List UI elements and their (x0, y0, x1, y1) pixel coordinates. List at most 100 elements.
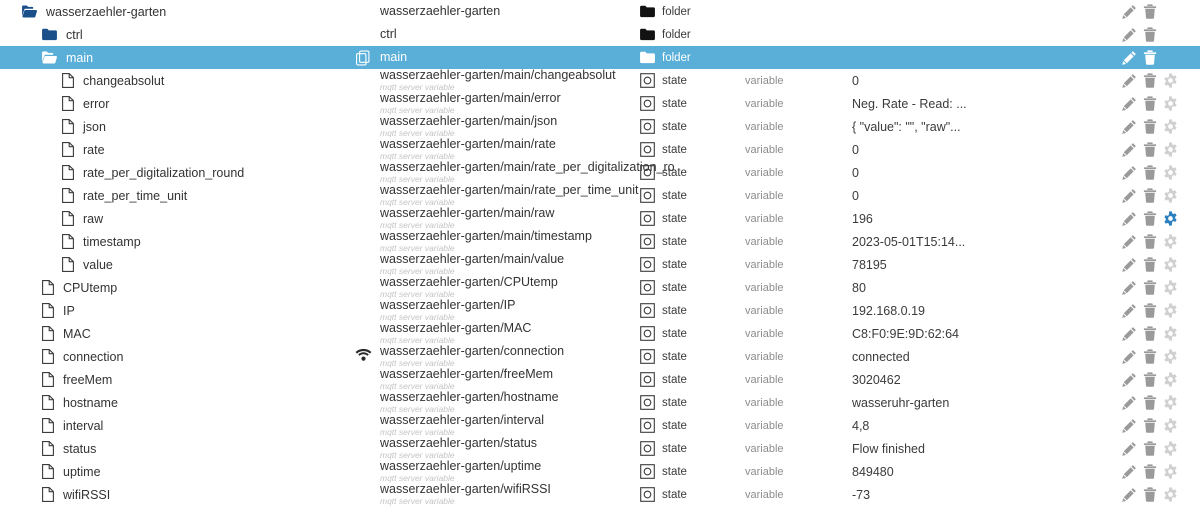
trash-icon[interactable] (1143, 234, 1157, 249)
tree-row-id-cell[interactable]: wasserzaehler-garten/freeMem mqtt server … (380, 367, 640, 391)
tree-row-name-cell[interactable]: main (0, 46, 380, 69)
gear-icon[interactable] (1163, 96, 1178, 111)
tree-row-name-cell[interactable]: ctrl (0, 23, 380, 46)
tree-row-name-cell[interactable]: value (0, 253, 380, 276)
tree-row-id-cell[interactable]: wasserzaehler-garten/main/rate mqtt serve… (380, 137, 640, 161)
tree-row-id-cell[interactable]: wasserzaehler-garten/main/value mqtt serv… (380, 252, 640, 276)
trash-icon[interactable] (1143, 257, 1157, 272)
gear-icon[interactable] (1163, 326, 1178, 341)
tree-row[interactable]: main main folder (0, 46, 1200, 69)
gear-icon[interactable] (1163, 165, 1178, 180)
trash-icon[interactable] (1143, 73, 1157, 88)
gear-icon[interactable] (1163, 188, 1178, 203)
trash-icon[interactable] (1143, 142, 1157, 157)
edit-pencil-icon[interactable] (1122, 211, 1137, 226)
tree-row[interactable]: timestamp wasserzaehler-garten/main/times… (0, 229, 1200, 253)
tree-row-id-cell[interactable]: wasserzaehler-garten/main/rate_per_digit… (380, 160, 675, 184)
tree-row[interactable]: freeMem wasserzaehler-garten/freeMem mqtt … (0, 367, 1200, 391)
tree-row[interactable]: CPUtemp wasserzaehler-garten/CPUtemp mqtt … (0, 275, 1200, 299)
tree-row-id-cell[interactable]: wasserzaehler-garten/main/timestamp mqtt … (380, 229, 640, 253)
edit-pencil-icon[interactable] (1122, 487, 1137, 502)
tree-row[interactable]: uptime wasserzaehler-garten/uptime mqtt se… (0, 459, 1200, 483)
edit-pencil-icon[interactable] (1122, 326, 1137, 341)
edit-pencil-icon[interactable] (1122, 441, 1137, 456)
tree-row-id-cell[interactable]: wasserzaehler-garten/main/raw mqtt server… (380, 206, 640, 230)
gear-icon[interactable] (1163, 280, 1178, 295)
tree-row-value-cell[interactable]: connected (840, 345, 1122, 368)
tree-row-value-cell[interactable]: 196 (840, 207, 1122, 230)
trash-icon[interactable] (1143, 50, 1157, 65)
tree-row-value-cell[interactable]: 0 (840, 69, 1122, 92)
tree-row-value-cell[interactable]: 4,8 (840, 414, 1122, 437)
tree-row-value-cell[interactable]: 192.168.0.19 (840, 299, 1122, 322)
tree-row-name-cell[interactable]: connection (0, 345, 380, 368)
edit-pencil-icon[interactable] (1122, 372, 1137, 387)
tree-row[interactable]: value wasserzaehler-garten/main/value mqtt… (0, 252, 1200, 276)
gear-icon[interactable] (1163, 119, 1178, 134)
tree-row-name-cell[interactable]: IP (0, 299, 380, 322)
trash-icon[interactable] (1143, 349, 1157, 364)
tree-row-value-cell[interactable]: 78195 (840, 253, 1122, 276)
tree-row-name-cell[interactable]: rate_per_time_unit (0, 184, 380, 207)
tree-row-id-cell[interactable]: wasserzaehler-garten/hostname mqtt server… (380, 390, 640, 414)
tree-row-value-cell[interactable] (840, 46, 1122, 69)
trash-icon[interactable] (1143, 4, 1157, 19)
trash-icon[interactable] (1143, 464, 1157, 479)
tree-row-name-cell[interactable]: wasserzaehler-garten (0, 0, 380, 23)
tree-row-name-cell[interactable]: MAC (0, 322, 380, 345)
tree-row-name-cell[interactable]: raw (0, 207, 380, 230)
tree-row[interactable]: changeabsolut wasserzaehler-garten/main/c… (0, 68, 1200, 92)
tree-row-value-cell[interactable]: 80 (840, 276, 1122, 299)
tree-row-name-cell[interactable]: rate (0, 138, 380, 161)
tree-row-id-cell[interactable]: wasserzaehler-garten/CPUtemp mqtt server … (380, 275, 640, 299)
tree-row[interactable]: raw wasserzaehler-garten/main/raw mqtt ser… (0, 206, 1200, 230)
tree-row-value-cell[interactable]: 849480 (840, 460, 1122, 483)
folder-open-icon[interactable] (22, 5, 37, 18)
gear-icon[interactable] (1163, 395, 1178, 410)
trash-icon[interactable] (1143, 188, 1157, 203)
tree-row-value-cell[interactable]: 0 (840, 184, 1122, 207)
edit-pencil-icon[interactable] (1122, 303, 1137, 318)
gear-icon[interactable] (1163, 372, 1178, 387)
tree-row-name-cell[interactable]: hostname (0, 391, 380, 414)
tree-row-name-cell[interactable]: error (0, 92, 380, 115)
tree-row[interactable]: rate wasserzaehler-garten/main/rate mqtt s… (0, 137, 1200, 161)
object-tree[interactable]: wasserzaehler-garten wasserzaehler-garten… (0, 0, 1200, 506)
gear-icon[interactable] (1163, 487, 1178, 502)
tree-row[interactable]: rate_per_digitalization_round wasserzaehl… (0, 160, 1200, 184)
tree-row-id-cell[interactable]: wasserzaehler-garten/main/changeabsolut m… (380, 68, 640, 92)
tree-row[interactable]: interval wasserzaehler-garten/interval mqt… (0, 413, 1200, 437)
tree-row-value-cell[interactable]: { "value": "", "raw"... (840, 115, 1122, 138)
edit-pencil-icon[interactable] (1122, 395, 1137, 410)
tree-row-id-cell[interactable]: main (356, 46, 640, 69)
edit-pencil-icon[interactable] (1122, 280, 1137, 295)
edit-pencil-icon[interactable] (1122, 418, 1137, 433)
tree-row-value-cell[interactable]: 0 (840, 138, 1122, 161)
tree-row-name-cell[interactable]: timestamp (0, 230, 380, 253)
tree-row[interactable]: rate_per_time_unit wasserzaehler-garten/m… (0, 183, 1200, 207)
tree-row[interactable]: IP wasserzaehler-garten/IP mqtt server var… (0, 298, 1200, 322)
tree-row[interactable]: connection wasserzaehler-garten/connectio… (0, 344, 1200, 368)
tree-row[interactable]: error wasserzaehler-garten/main/error mqtt… (0, 91, 1200, 115)
tree-row-value-cell[interactable]: 0 (840, 161, 1122, 184)
tree-row-value-cell[interactable]: wasseruhr-garten (840, 391, 1122, 414)
trash-icon[interactable] (1143, 27, 1157, 42)
tree-row-value-cell[interactable]: Neg. Rate - Read: ... (840, 92, 1122, 115)
tree-row-value-cell[interactable] (840, 23, 1122, 46)
tree-row-name-cell[interactable]: changeabsolut (0, 69, 380, 92)
tree-row-id-cell[interactable]: wasserzaehler-garten (380, 0, 640, 23)
tree-row-name-cell[interactable]: CPUtemp (0, 276, 380, 299)
tree-row[interactable]: wasserzaehler-garten wasserzaehler-garten… (0, 0, 1200, 23)
edit-pencil-icon[interactable] (1122, 165, 1137, 180)
tree-row-id-cell[interactable]: wasserzaehler-garten/connection mqtt serv… (355, 344, 640, 368)
tree-row-name-cell[interactable]: json (0, 115, 380, 138)
gear-icon[interactable] (1163, 73, 1178, 88)
tree-row[interactable]: status wasserzaehler-garten/status mqtt se… (0, 436, 1200, 460)
gear-icon[interactable] (1163, 234, 1178, 249)
tree-row[interactable]: ctrl ctrl folder (0, 23, 1200, 46)
trash-icon[interactable] (1143, 418, 1157, 433)
tree-row-value-cell[interactable]: 3020462 (840, 368, 1122, 391)
gear-icon[interactable] (1163, 211, 1178, 226)
edit-pencil-icon[interactable] (1122, 257, 1137, 272)
tree-row[interactable]: hostname wasserzaehler-garten/hostname mqt… (0, 390, 1200, 414)
